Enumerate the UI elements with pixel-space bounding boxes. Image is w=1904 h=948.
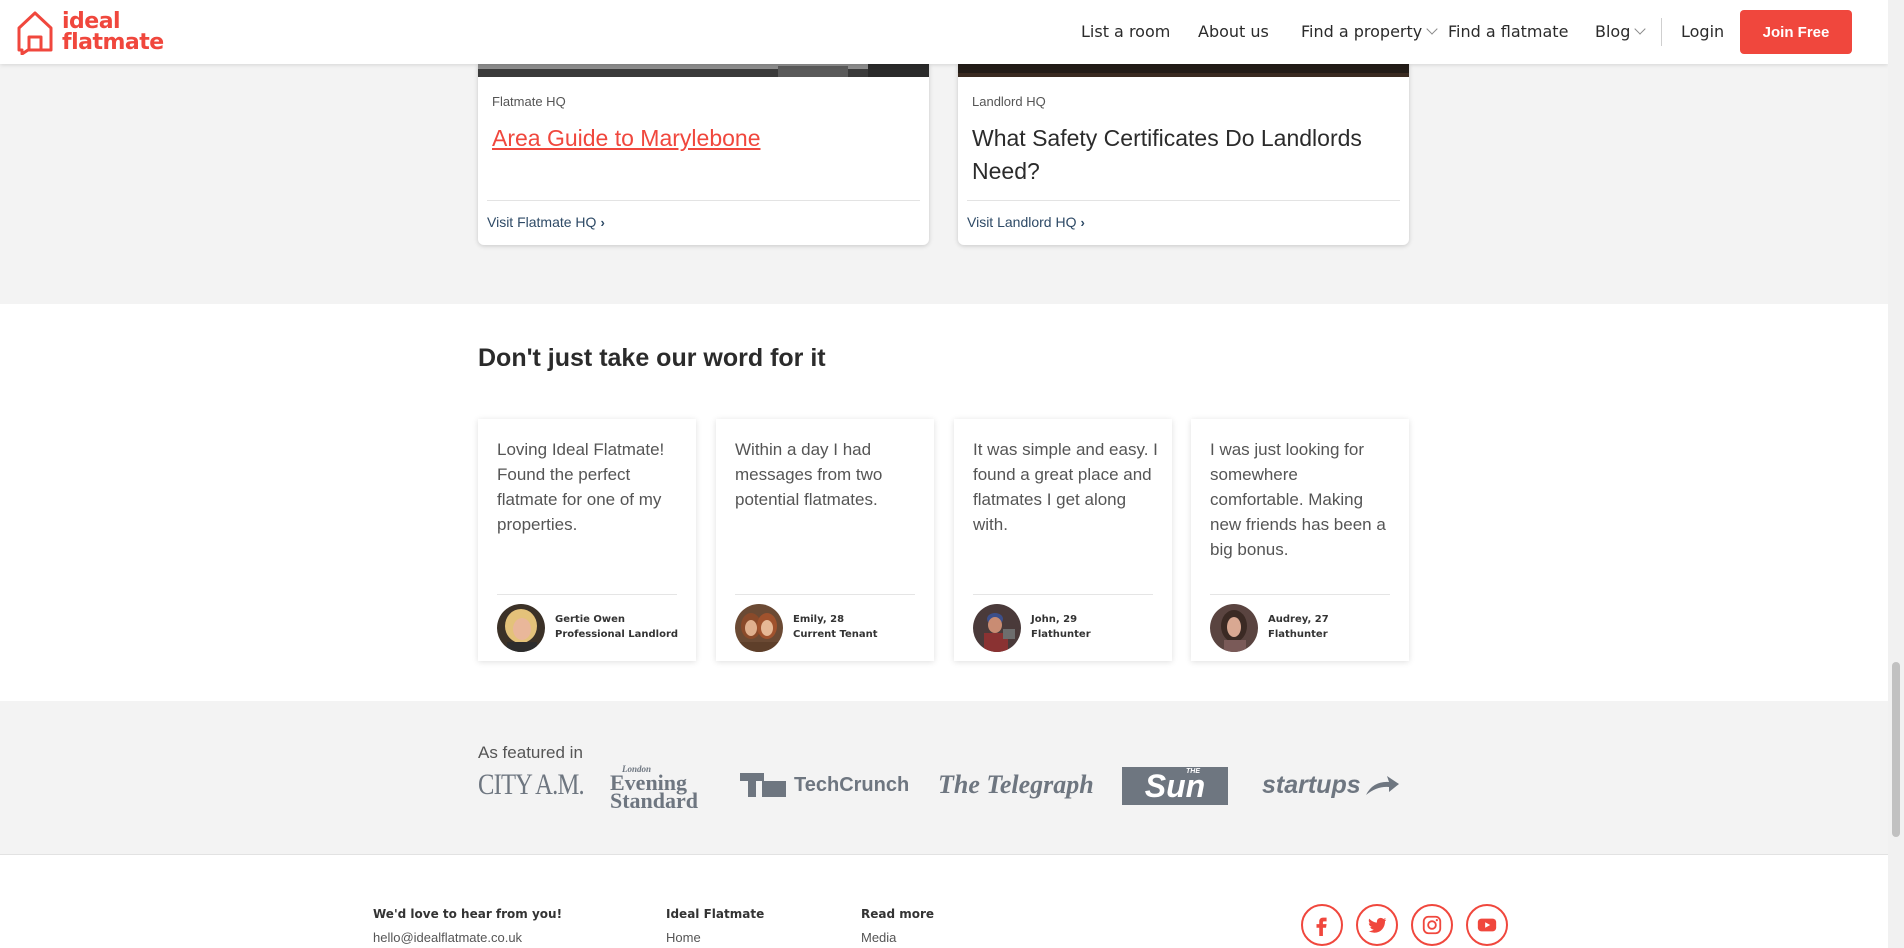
chevron-down-icon (1634, 23, 1647, 35)
site-footer: We'd love to hear from you! hello@idealf… (0, 855, 1888, 948)
divider (1210, 594, 1390, 595)
card-title-link[interactable]: Area Guide to Marylebone (492, 122, 917, 155)
house-logo-icon (17, 11, 53, 55)
testimonial-author: John, 29 Flathunter (1031, 614, 1091, 640)
footer-col-title: Ideal Flatmate (666, 907, 765, 921)
visit-landlord-hq-link[interactable]: Visit Landlord HQ › (967, 214, 1085, 230)
blog-section: Flatmate HQ Area Guide to Marylebone Vis… (0, 64, 1888, 304)
site-header: ideal flatmate List a room About us Find… (0, 0, 1888, 64)
testimonial-card: It was simple and easy. I found a great … (954, 419, 1172, 661)
chevron-right-icon: › (600, 214, 605, 230)
nav-about-us[interactable]: About us (1198, 22, 1269, 41)
telegraph-logo: The Telegraph (938, 770, 1094, 799)
facebook-icon (1316, 917, 1327, 936)
city-am-logo: CITY A.M. (478, 768, 585, 801)
divider (735, 594, 915, 595)
nav-find-a-property[interactable]: Find a property (1301, 22, 1438, 41)
nav-blog-label: Blog (1595, 22, 1631, 41)
techcrunch-logo: TechCrunch (740, 773, 909, 797)
testimonial-card: I was just looking for somewhere comfort… (1191, 419, 1409, 661)
startups-logo: startups (1262, 771, 1401, 800)
logo-wordmark: ideal flatmate (62, 9, 164, 55)
nav-blog[interactable]: Blog (1595, 22, 1647, 41)
divider (497, 594, 677, 595)
startups-arrow-icon (1365, 775, 1399, 795)
testimonial-quote: Within a day I had messages from two pot… (735, 440, 883, 509)
card-image (958, 64, 1409, 77)
youtube-icon (1477, 918, 1497, 932)
card-footer-label: Visit Landlord HQ (967, 214, 1077, 230)
testimonial-quote: Loving Ideal Flatmate! Found the perfect… (497, 440, 665, 534)
featured-in-section: As featured in CITY A.M. London Evening … (0, 701, 1888, 855)
divider (967, 200, 1400, 201)
join-free-button[interactable]: Join Free (1740, 10, 1852, 54)
divider (973, 594, 1153, 595)
evening-standard-logo: London Evening Standard (610, 764, 699, 813)
youtube-button[interactable] (1466, 904, 1508, 946)
testimonials-section: Don't just take our word for it Loving I… (0, 304, 1888, 701)
testimonial-card: Within a day I had messages from two pot… (716, 419, 934, 661)
footer-col-title: Read more (861, 907, 935, 921)
nav-find-a-flatmate[interactable]: Find a flatmate (1448, 22, 1568, 41)
avatar (1210, 604, 1258, 652)
instagram-button[interactable] (1411, 904, 1453, 946)
card-category: Landlord HQ (972, 94, 1046, 109)
page-scrollbar[interactable] (1888, 0, 1904, 948)
featured-label: As featured in (478, 743, 583, 762)
avatar (497, 604, 545, 652)
testimonial-quote: It was simple and easy. I found a great … (973, 440, 1158, 534)
testimonial-author: Gertie Owen Professional Landlord (555, 614, 679, 640)
divider (487, 200, 920, 201)
nav-list-a-room[interactable]: List a room (1081, 22, 1170, 41)
techcrunch-mark-icon (740, 773, 786, 797)
nav-find-a-property-label: Find a property (1301, 22, 1423, 41)
section-title: Don't just take our word for it (478, 344, 826, 372)
testimonial-author: Emily, 28 Current Tenant (793, 614, 878, 640)
logo[interactable]: ideal flatmate (14, 9, 164, 55)
nav-divider (1661, 18, 1662, 46)
footer-contact-title: We'd love to hear from you! (373, 907, 563, 921)
twitter-button[interactable] (1356, 904, 1398, 946)
twitter-icon (1368, 917, 1387, 933)
card-footer-label: Visit Flatmate HQ (487, 214, 597, 230)
page: ideal flatmate List a room About us Find… (0, 0, 1888, 948)
footer-home-link[interactable]: Home (666, 930, 701, 945)
avatar (735, 604, 783, 652)
the-sun-logo: THE Sun (1122, 767, 1228, 805)
chevron-down-icon (1426, 23, 1438, 35)
instagram-icon (1422, 915, 1442, 935)
visit-flatmate-hq-link[interactable]: Visit Flatmate HQ › (487, 214, 605, 230)
chevron-right-icon: › (1080, 214, 1085, 230)
card-image (478, 64, 929, 77)
facebook-button[interactable] (1301, 904, 1343, 946)
blog-card-flatmate-hq: Flatmate HQ Area Guide to Marylebone Vis… (478, 64, 929, 245)
footer-media-link[interactable]: Media (861, 930, 896, 945)
login-link[interactable]: Login (1681, 22, 1724, 41)
testimonial-author: Audrey, 27 Flathunter (1268, 614, 1329, 640)
card-title-link[interactable]: What Safety Certificates Do Landlords Ne… (972, 122, 1397, 188)
avatar (973, 604, 1021, 652)
testimonial-card: Loving Ideal Flatmate! Found the perfect… (478, 419, 696, 661)
blog-card-landlord-hq: Landlord HQ What Safety Certificates Do … (958, 64, 1409, 245)
scrollbar-thumb[interactable] (1892, 662, 1900, 837)
footer-email-link[interactable]: hello@idealflatmate.co.uk (373, 930, 522, 945)
testimonial-quote: I was just looking for somewhere comfort… (1210, 440, 1386, 559)
card-category: Flatmate HQ (492, 94, 566, 109)
